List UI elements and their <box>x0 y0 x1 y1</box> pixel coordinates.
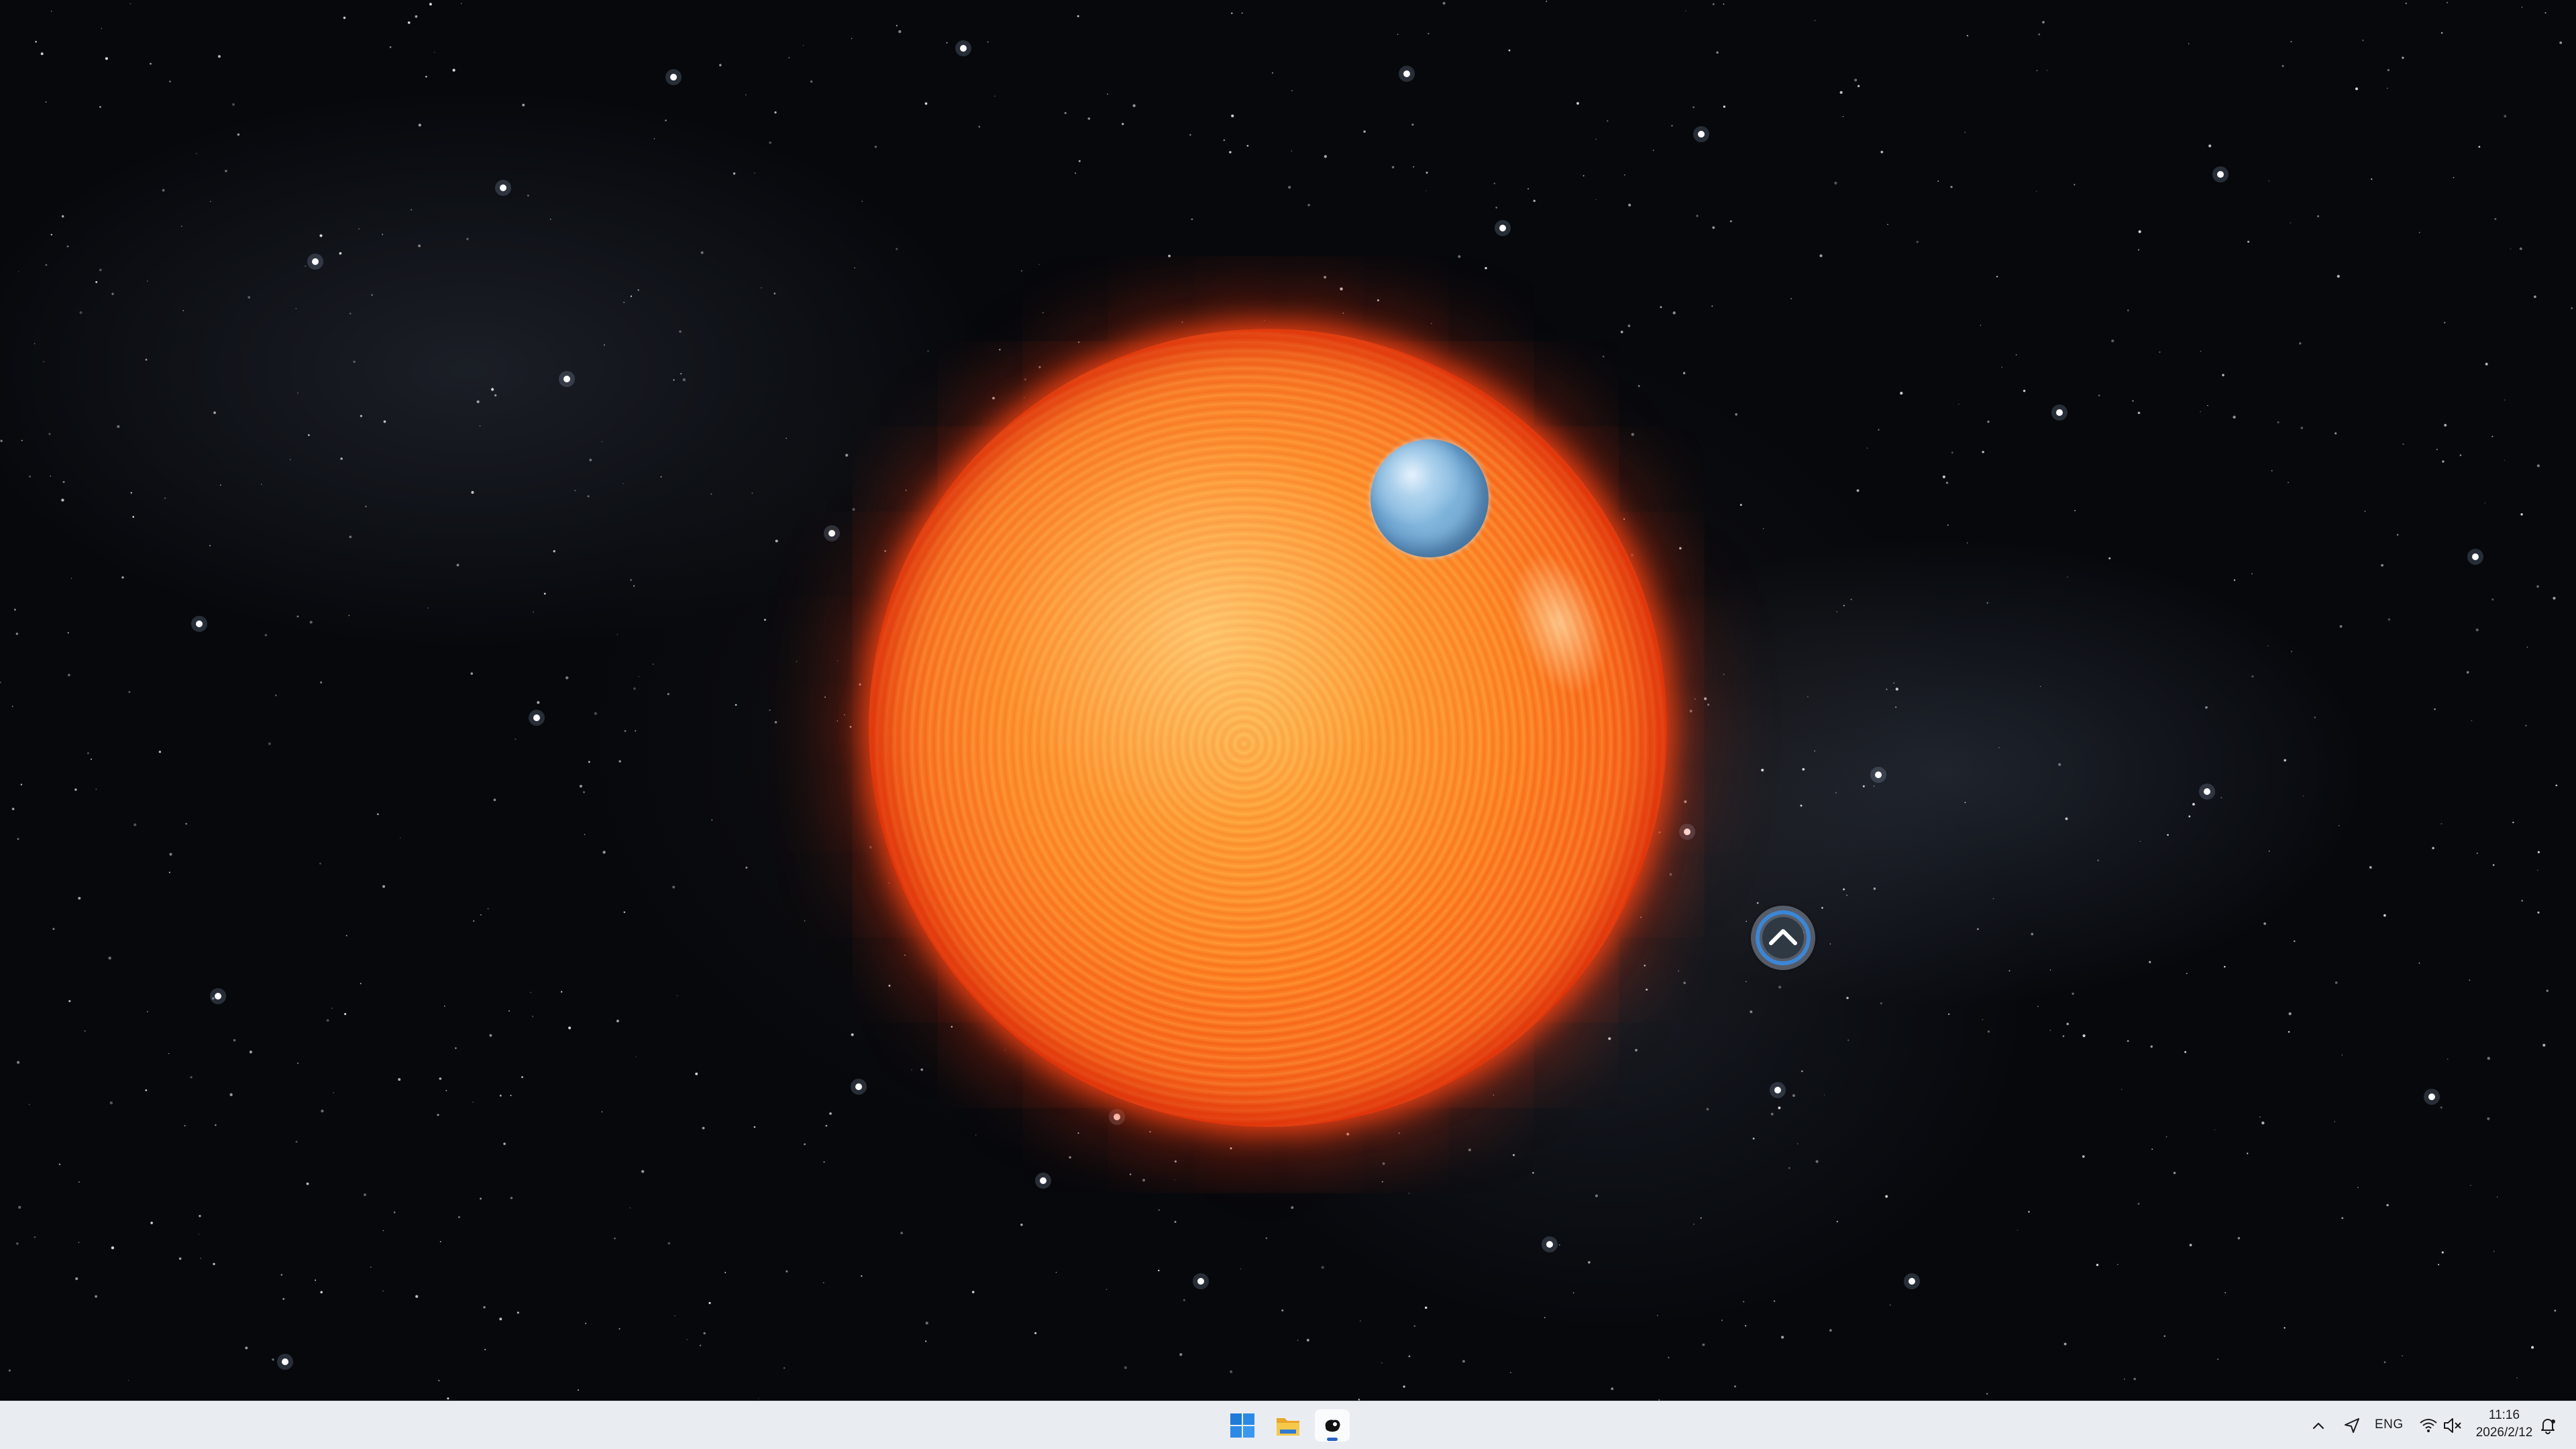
folder-icon <box>1277 1418 1299 1436</box>
scroll-up-button[interactable] <box>1751 906 1815 970</box>
running-app-button[interactable] <box>1315 1409 1350 1442</box>
planet[interactable] <box>1371 439 1489 557</box>
file-explorer-button[interactable] <box>1271 1409 1305 1442</box>
input-language-indicator[interactable]: ENG <box>2375 1417 2404 1432</box>
active-indicator <box>1327 1438 1338 1441</box>
notification-bell-icon[interactable] <box>2537 1415 2559 1436</box>
app-blob-icon <box>1325 1419 1340 1432</box>
clock[interactable]: 11:16 2026/2/12 <box>2472 1407 2536 1442</box>
sun <box>869 329 1667 1127</box>
desktop-screen: ENG 11:16 2026/2/12 <box>0 0 2576 1449</box>
chevron-up-icon[interactable] <box>2309 1415 2328 1436</box>
clock-date: 2026/2/12 <box>2475 1426 2533 1440</box>
location-arrow-icon[interactable] <box>2341 1415 2363 1436</box>
start-button[interactable] <box>1225 1409 1260 1442</box>
clock-time: 11:16 <box>2488 1408 2520 1422</box>
chevron-up-icon <box>1756 910 1811 965</box>
volume-muted-icon[interactable] <box>2442 1415 2463 1436</box>
desktop-wallpaper <box>0 0 2576 1401</box>
taskbar: ENG 11:16 2026/2/12 <box>0 1401 2576 1449</box>
windows-logo-icon <box>1230 1413 1254 1438</box>
wifi-icon[interactable] <box>2418 1415 2439 1436</box>
